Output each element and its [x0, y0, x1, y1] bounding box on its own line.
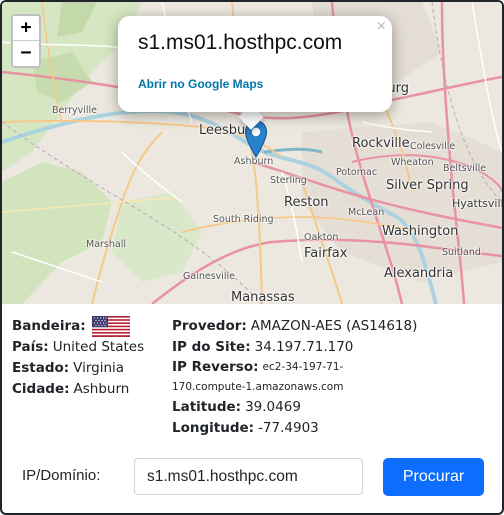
network-details: Provedor: AMAZON-AES (AS14618) IP do Sit… — [172, 316, 417, 439]
site-ip-value: 34.197.71.170 — [254, 339, 354, 355]
map-label-colesville: Colesville — [410, 141, 456, 152]
city-row: Cidade: Ashburn — [12, 379, 144, 400]
geolocation-card: Gaithersburg Rockville Colesville Wheato… — [0, 0, 504, 515]
reverse-ip-continuation: 170.compute-1.amazonaws.com — [172, 377, 417, 397]
reverse-ip-value-line-2: 170.compute-1.amazonaws.com — [172, 380, 344, 393]
longitude-value: -77.4903 — [258, 420, 319, 436]
map-label-silver-spring: Silver Spring — [386, 178, 469, 193]
zoom-in-button[interactable]: + — [13, 16, 39, 41]
latitude-value: 39.0469 — [245, 399, 301, 415]
map-label-reston: Reston — [284, 195, 329, 210]
open-google-maps-link[interactable]: Abrir no Google Maps — [138, 77, 263, 91]
site-ip-key: IP do Site: — [172, 339, 251, 355]
map-label-south-riding: South Riding — [213, 214, 274, 225]
map-label-rockville: Rockville — [352, 136, 410, 151]
popup-title: s1.ms01.hosthpc.com — [138, 31, 343, 54]
country-key: País: — [12, 339, 49, 355]
latitude-row: Latitude: 39.0469 — [172, 397, 417, 418]
search-bar: IP/Domínio: Procurar — [2, 444, 502, 513]
map-view[interactable]: Gaithersburg Rockville Colesville Wheato… — [2, 2, 502, 304]
city-key: Cidade: — [12, 381, 70, 397]
search-button[interactable]: Procurar — [383, 458, 484, 496]
map-label-beltsville: Beltsville — [443, 163, 487, 174]
latitude-key: Latitude: — [172, 399, 242, 415]
city-value: Ashburn — [73, 381, 130, 397]
map-label-washington: Washington — [382, 224, 459, 239]
reverse-ip-row: IP Reverso: ec2-34-197-71- — [172, 358, 417, 377]
flag-key: Bandeira: — [12, 318, 86, 334]
site-ip-row: IP do Site: 34.197.71.170 — [172, 337, 417, 358]
map-label-potomac: Potomac — [336, 167, 378, 178]
flag-row: Bandeira: — [12, 316, 144, 337]
map-label-alexandria: Alexandria — [384, 266, 454, 281]
ip-info-panel: Bandeira: País: United States Estado: Vi… — [2, 304, 502, 444]
state-row: Estado: Virginia — [12, 358, 144, 379]
map-label-hyattsville: Hyattsville — [452, 197, 502, 210]
location-details: Bandeira: País: United States Estado: Vi… — [12, 316, 144, 400]
longitude-key: Longitude: — [172, 420, 255, 436]
ip-domain-label: IP/Domínio: — [22, 467, 101, 484]
popup-close-button[interactable]: × — [377, 18, 386, 36]
map-label-berryville: Berryville — [52, 105, 98, 116]
provider-value: AMAZON-AES (AS14618) — [250, 318, 418, 334]
country-row: País: United States — [12, 337, 144, 358]
map-label-wheaton: Wheaton — [391, 157, 434, 168]
map-label-gainesville: Gainesville — [183, 271, 236, 282]
map-label-fairfax: Fairfax — [304, 246, 348, 261]
reverse-ip-key: IP Reverso: — [172, 359, 259, 375]
provider-row: Provedor: AMAZON-AES (AS14618) — [172, 316, 417, 337]
us-flag-icon — [91, 316, 130, 337]
reverse-ip-value-line-1: ec2-34-197-71- — [262, 361, 344, 373]
map-label-mclean: McLean — [348, 207, 385, 218]
map-label-ashburn: Ashburn — [234, 156, 274, 167]
map-label-marshall: Marshall — [86, 239, 126, 250]
state-value: Virginia — [73, 360, 125, 376]
longitude-row: Longitude: -77.4903 — [172, 418, 417, 439]
map-label-oakton: Oakton — [304, 232, 339, 243]
zoom-control: + − — [11, 14, 41, 68]
map-popup: × s1.ms01.hosthpc.com Abrir no Google Ma… — [118, 16, 392, 112]
zoom-out-button[interactable]: − — [13, 41, 39, 66]
ip-domain-input[interactable] — [134, 458, 363, 495]
country-value: United States — [52, 339, 145, 355]
state-key: Estado: — [12, 360, 70, 376]
map-label-manassas: Manassas — [231, 290, 295, 304]
map-label-sterling: Sterling — [270, 175, 307, 186]
map-label-suitland: Suitland — [442, 247, 481, 258]
provider-key: Provedor: — [172, 318, 247, 334]
